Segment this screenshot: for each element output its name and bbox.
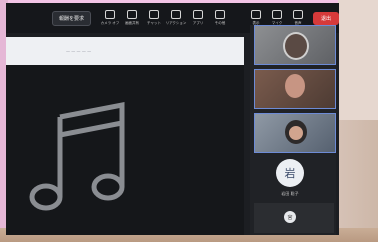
- self-avatar[interactable]: 宮: [284, 211, 296, 223]
- participant-headphones: [283, 32, 309, 60]
- toolbar-right-tools: 表示 マイク 音声: [247, 10, 307, 26]
- wall: [338, 0, 378, 120]
- participant-avatar[interactable]: 岩: [276, 159, 304, 187]
- chat-icon: [148, 10, 159, 19]
- chat-button[interactable]: チャット: [145, 10, 163, 26]
- plus-icon: [192, 10, 203, 19]
- music-note-icon: [29, 101, 125, 211]
- participant-video-tile[interactable]: [254, 113, 336, 153]
- meeting-window: 報酬を要求 カメラ オフ 画面共有 チャット リアクション アプリ その他 表示…: [6, 3, 339, 235]
- speaker-icon: [292, 10, 303, 19]
- reaction-icon: [170, 10, 181, 19]
- view-button[interactable]: 表示: [247, 10, 265, 26]
- participant-face: [285, 74, 305, 98]
- reaction-button[interactable]: リアクション: [166, 10, 186, 26]
- toolbar-tools: カメラ オフ 画面共有 チャット リアクション アプリ その他: [101, 10, 229, 26]
- shared-screen: — — — — —: [6, 37, 244, 235]
- mic-button[interactable]: マイク: [268, 10, 286, 26]
- camera-off-button[interactable]: カメラ オフ: [101, 10, 119, 26]
- participant-skin: [289, 126, 303, 140]
- audio-button[interactable]: 音声: [289, 10, 307, 26]
- video-icon: [250, 10, 261, 19]
- participant-name: 岩田 聡子: [281, 191, 299, 196]
- mic-icon: [271, 10, 282, 19]
- shared-url-text: — — — — —: [66, 48, 92, 54]
- shared-browser-header: — — — — —: [6, 37, 244, 65]
- participant-video-tile[interactable]: [254, 69, 336, 109]
- leave-button[interactable]: 退出: [312, 11, 339, 25]
- participant-panel: 岩 岩田 聡子 宮: [250, 25, 336, 235]
- apps-button[interactable]: アプリ: [189, 10, 207, 26]
- more-icon: [214, 10, 225, 19]
- camera-icon: [104, 10, 115, 19]
- more-button[interactable]: その他: [211, 10, 229, 26]
- request-button[interactable]: 報酬を要求: [51, 10, 91, 26]
- room-background: [338, 0, 378, 242]
- share-icon: [126, 10, 137, 19]
- participant-video-tile[interactable]: [254, 25, 336, 65]
- share-screen-button[interactable]: 画面共有: [123, 10, 141, 26]
